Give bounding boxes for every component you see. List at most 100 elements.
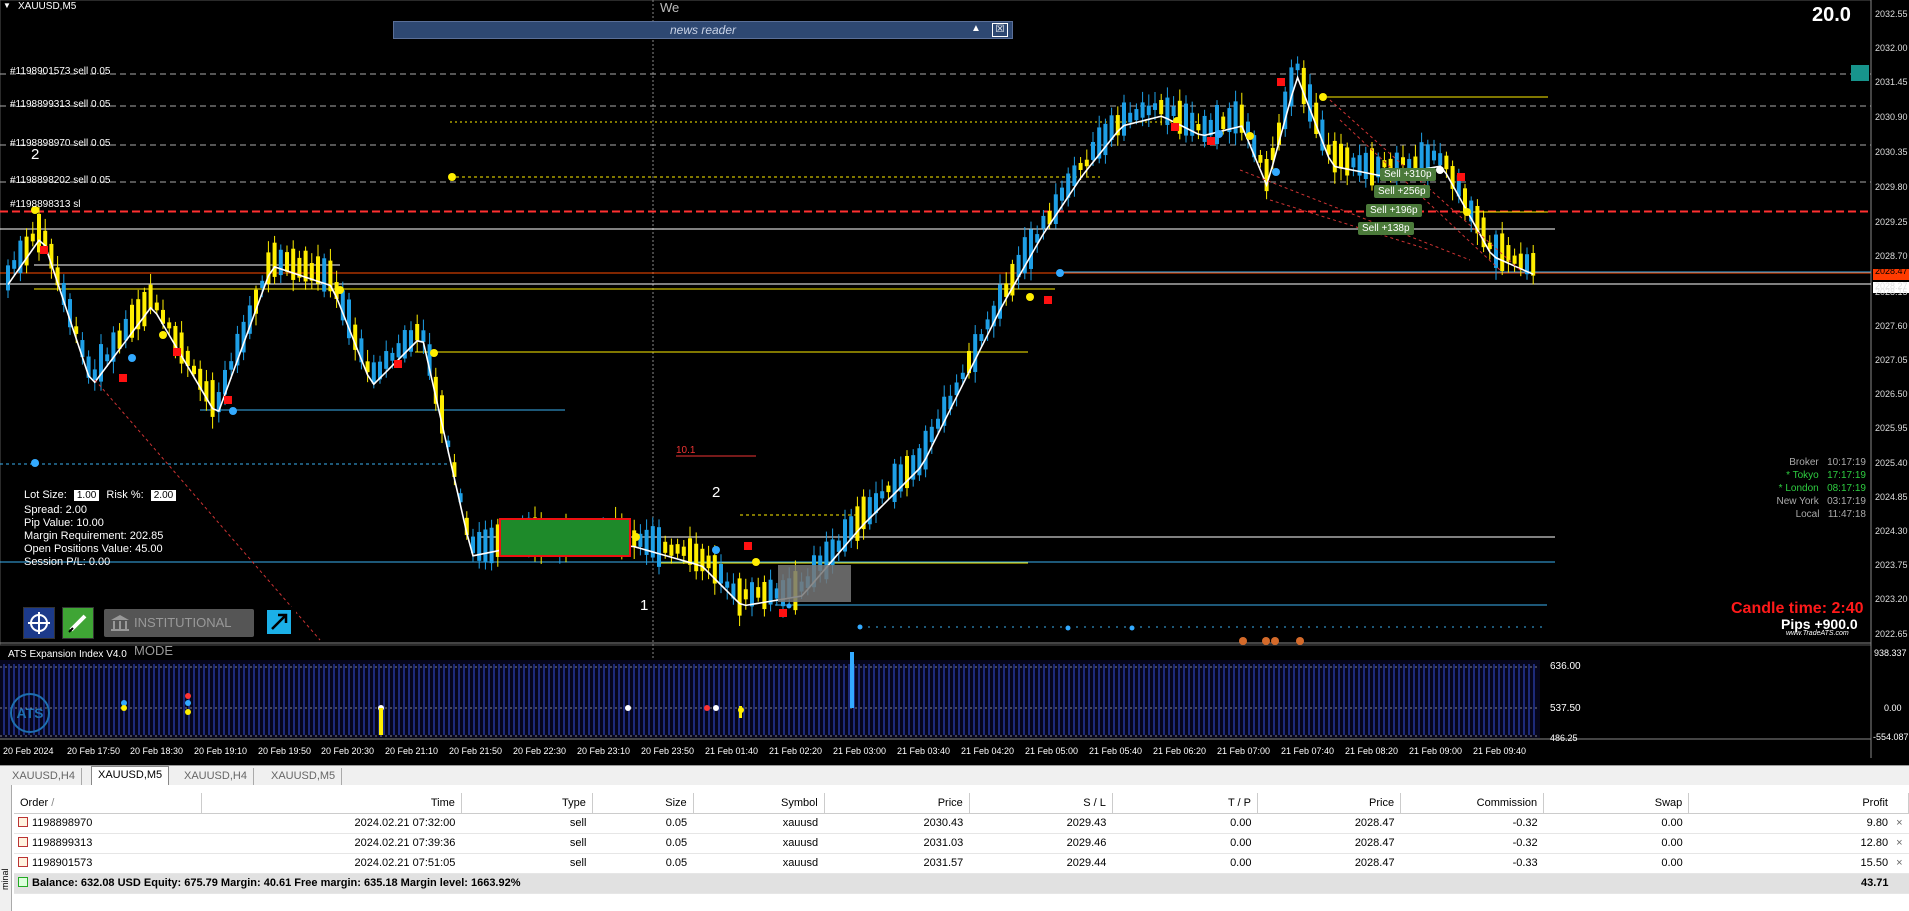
- news-reader-bar[interactable]: news reader ▲ ☒: [393, 21, 1013, 39]
- candle-body: [725, 581, 730, 588]
- column-header[interactable]: Order /: [14, 793, 202, 814]
- institutional-mode-button[interactable]: INSTITUTIONAL MODE: [104, 609, 254, 658]
- candle-body: [12, 260, 17, 269]
- table-row[interactable]: 1198899313 2024.02.21 07:39:36 sell 0.05 xa…: [14, 833, 1909, 854]
- trade-info-panel: Lot Size: 1.00 Risk %: 2.00 Spread: 2.00…: [24, 489, 180, 569]
- price-axis-label: 2025.95: [1875, 423, 1908, 433]
- indicator-axis-label: 0.00: [1884, 703, 1902, 713]
- price-axis-label: 2024.30: [1875, 526, 1908, 536]
- session-pl-text: Session P/L: 0.00: [24, 556, 111, 568]
- trade-line-label[interactable]: #1198899313 sell 0.05: [10, 99, 110, 110]
- table-row[interactable]: 1198901573 2024.02.21 07:51:05 sell 0.05 xa…: [14, 853, 1909, 874]
- trade-line-label[interactable]: #1198898202 sell 0.05: [10, 175, 110, 186]
- table-row[interactable]: 1198898970 2024.02.21 07:32:00 sell 0.05 xa…: [14, 813, 1909, 834]
- column-header[interactable]: T / P: [1112, 793, 1258, 814]
- candle-body: [917, 448, 922, 476]
- sell-order-icon: [18, 857, 28, 867]
- indicator-title: ATS Expansion Index V4.0: [8, 649, 127, 660]
- indicator-dot: [185, 693, 191, 699]
- wave-label: 10.1: [676, 445, 696, 456]
- signal-square: [1207, 137, 1215, 145]
- lot-size-input[interactable]: 1.00: [73, 490, 100, 501]
- column-header[interactable]: Price: [824, 793, 970, 814]
- indicator-spike: [850, 652, 854, 708]
- risk-input[interactable]: 2.00: [150, 490, 177, 501]
- candle-body: [291, 248, 296, 280]
- crosshair-tool-button[interactable]: [23, 607, 55, 639]
- candle-body: [1053, 194, 1058, 225]
- candle-body: [1146, 105, 1151, 116]
- signal-square: [394, 360, 402, 368]
- candle-body: [316, 256, 320, 284]
- price-axis-label: 2025.40: [1875, 458, 1908, 468]
- expand-icon: [267, 610, 291, 634]
- event-icon: [1239, 637, 1247, 645]
- zone-box-grey: [778, 565, 851, 602]
- column-header[interactable]: Profit: [1688, 793, 1909, 814]
- indicator-axis-label: 938.337: [1874, 648, 1907, 658]
- column-header[interactable]: Commission: [1400, 793, 1545, 814]
- close-icon[interactable]: ☒: [992, 23, 1008, 37]
- column-header[interactable]: Type: [461, 793, 593, 814]
- tab-xauusd-h4[interactable]: XAUUSD,H4: [178, 768, 254, 785]
- sell-tag: Sell +256p: [1374, 185, 1430, 198]
- wave-label: 2: [712, 484, 721, 501]
- signal-square: [779, 609, 787, 617]
- time-axis-label: 21 Feb 02:20: [769, 746, 823, 756]
- candle-body: [1128, 112, 1133, 123]
- tab-xauusd-m5[interactable]: XAUUSD,M5: [91, 766, 170, 786]
- price-chart[interactable]: [0, 0, 1909, 758]
- close-order-icon[interactable]: ×: [1888, 837, 1902, 849]
- candle-body: [1091, 142, 1095, 160]
- dropdown-icon[interactable]: ▼: [3, 1, 11, 10]
- tab-xauusd-h4[interactable]: XAUUSD,H4: [6, 768, 82, 785]
- column-header[interactable]: Time: [201, 793, 462, 814]
- trade-line-label[interactable]: #1198898970 sell 0.05: [10, 138, 110, 149]
- price-axis-label: 2022.65: [1875, 629, 1908, 639]
- time-axis-label: 21 Feb 08:20: [1345, 746, 1399, 756]
- chart-window[interactable]: XAUUSD,M5 ▼ We 20.0 news reader ▲ ☒ #119…: [0, 0, 1909, 758]
- candle-body: [762, 582, 767, 610]
- risk-label: Risk %:: [106, 489, 144, 501]
- collapse-icon[interactable]: ▲: [968, 23, 984, 37]
- column-header[interactable]: Size: [592, 793, 694, 814]
- trade-line-label[interactable]: #1198901573 sell 0.05: [10, 66, 110, 77]
- candle-body: [1351, 157, 1356, 168]
- sell-tag: Sell +138p: [1358, 222, 1414, 235]
- trade-line-label[interactable]: #1198898313 sl: [10, 199, 80, 210]
- candle-body: [750, 582, 754, 607]
- candle-body: [1295, 63, 1300, 71]
- close-order-icon[interactable]: ×: [1888, 857, 1902, 869]
- zone-box-green: [499, 518, 631, 557]
- wave-label: 1: [640, 597, 649, 614]
- column-header[interactable]: S / L: [969, 793, 1113, 814]
- expand-tool-button[interactable]: [264, 607, 296, 639]
- sell-tag: Sell +310p: [1380, 168, 1436, 181]
- column-header[interactable]: Swap: [1543, 793, 1690, 814]
- candle-body: [30, 233, 35, 242]
- time-axis-label: 21 Feb 05:00: [1025, 746, 1079, 756]
- candle-body: [681, 546, 686, 556]
- tab-xauusd-m5[interactable]: XAUUSD,M5: [265, 768, 343, 785]
- time-axis-label: 21 Feb 09:40: [1473, 746, 1527, 756]
- terminal-side-tab[interactable]: minal: [0, 785, 12, 911]
- column-header[interactable]: Symbol: [693, 793, 825, 814]
- open-positions-text: Open Positions Value: 45.00: [24, 543, 163, 555]
- indicator-level: 636.00: [1550, 661, 1581, 672]
- signal-square: [119, 374, 127, 382]
- candle-body: [1140, 102, 1145, 118]
- candle-body: [1518, 253, 1523, 269]
- link-tool-button[interactable]: [62, 607, 94, 639]
- signal-dot: [336, 286, 344, 294]
- signal-dot: [752, 558, 760, 566]
- signal-dot: [1463, 208, 1471, 216]
- time-axis-label: 20 Feb 23:10: [577, 746, 631, 756]
- balance-text: Balance: 632.08 USD Equity: 675.79 Margi…: [32, 877, 521, 889]
- close-order-icon[interactable]: ×: [1888, 817, 1902, 829]
- time-axis-label: 20 Feb 17:50: [67, 746, 121, 756]
- sessions-clock: Broker 10:17:19 * Tokyo 17:17:19 * Londo…: [1740, 457, 1866, 527]
- spread-number: 20.0: [1812, 4, 1851, 26]
- column-header[interactable]: Price: [1257, 793, 1402, 814]
- candle-body: [92, 369, 97, 380]
- candles: [6, 56, 1536, 627]
